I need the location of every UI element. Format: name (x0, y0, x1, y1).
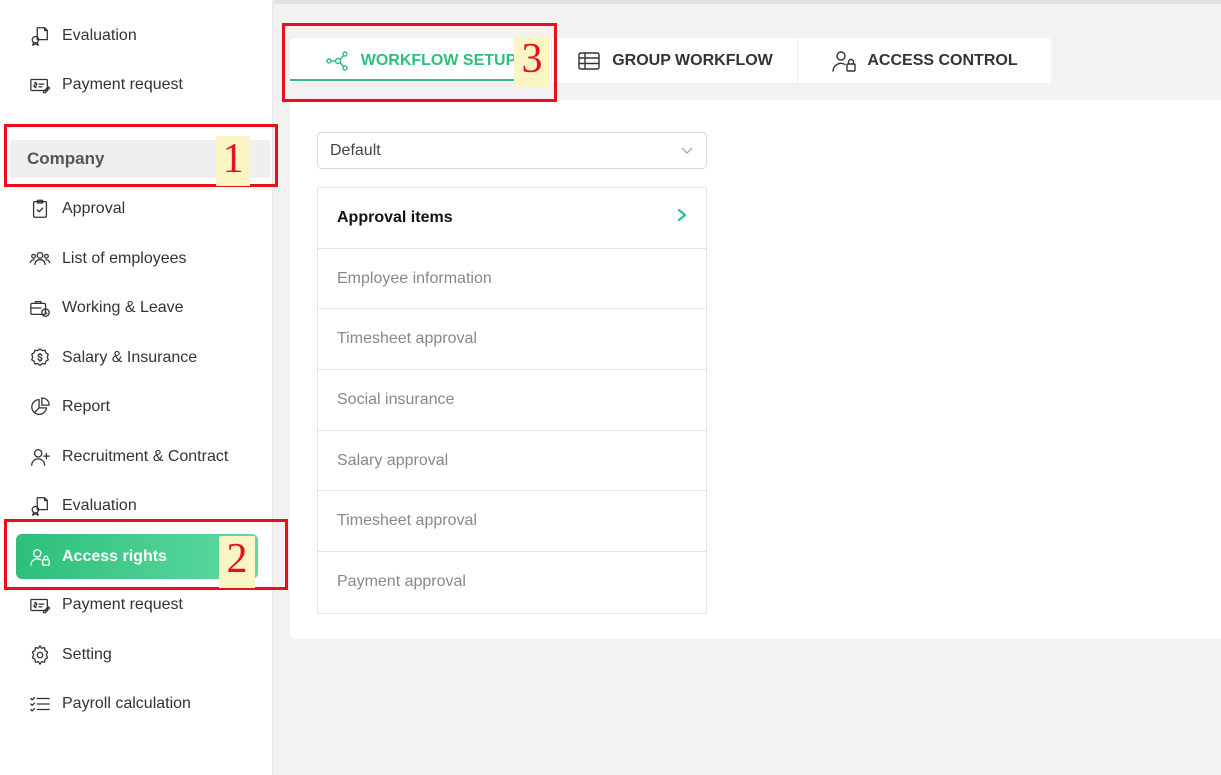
list-item-label: Social insurance (337, 390, 455, 408)
sidebar-item-label: Working & Leave (62, 299, 184, 316)
sidebar: Evaluation Payment request Company Appro… (0, 0, 273, 775)
approval-icon (28, 197, 52, 221)
list-item-label: Payment approval (337, 573, 466, 591)
sidebar-item-recruitment-contract[interactable]: Recruitment & Contract (28, 444, 228, 470)
evaluation-icon (28, 24, 52, 48)
sidebar-item-label: Salary & Insurance (62, 349, 198, 366)
sidebar-item-evaluation-top[interactable]: Evaluation (28, 23, 137, 49)
payment-request-icon (28, 73, 52, 97)
chevron-right-icon (676, 208, 688, 227)
annotation-number-2: 2 (219, 536, 255, 588)
sidebar-item-payment-request[interactable]: Payment request (28, 592, 183, 618)
sidebar-item-label: Evaluation (62, 27, 137, 44)
list-item-label: Employee information (337, 269, 492, 287)
tab-label: ACCESS CONTROL (867, 51, 1018, 69)
checklist-icon (28, 692, 52, 716)
list-item[interactable]: Payment approval (318, 552, 706, 613)
working-leave-icon (28, 296, 52, 320)
sidebar-item-label: Payment request (62, 76, 183, 93)
list-item[interactable]: Timesheet approval (318, 491, 706, 553)
tab-access-control[interactable]: ACCESS CONTROL (798, 38, 1051, 83)
list-item-label: Timesheet approval (337, 330, 477, 348)
sidebar-item-approval[interactable]: Approval (28, 196, 125, 222)
sidebar-item-payment-request-top[interactable]: Payment request (28, 72, 183, 98)
annotation-number-3: 3 (514, 36, 550, 88)
sidebar-item-setting[interactable]: Setting (28, 642, 112, 668)
sidebar-item-label: Payroll calculation (62, 695, 191, 712)
sidebar-item-salary-insurance[interactable]: Salary & Insurance (28, 345, 197, 371)
user-lock-icon (831, 50, 857, 72)
list-item-label: Timesheet approval (337, 512, 477, 530)
salary-icon (28, 346, 52, 370)
workflow-select[interactable]: Default (317, 132, 707, 169)
evaluation-icon (28, 494, 52, 518)
sidebar-item-list-of-employees[interactable]: List of employees (28, 246, 187, 272)
sidebar-item-label: Evaluation (62, 497, 137, 514)
top-strip (274, 0, 1221, 4)
list-header-approval-items[interactable]: Approval items (318, 188, 706, 249)
select-value: Default (330, 141, 381, 159)
sidebar-item-label: Approval (62, 200, 126, 217)
list-item-label: Salary approval (337, 451, 449, 469)
payment-request-icon (28, 593, 52, 617)
list-item[interactable]: Timesheet approval (318, 309, 706, 371)
sidebar-item-label: Report (62, 398, 111, 415)
sidebar-item-payroll-calculation[interactable]: Payroll calculation (28, 691, 191, 717)
list-item[interactable]: Salary approval (318, 431, 706, 492)
chevron-down-icon (680, 142, 694, 160)
sidebar-item-label: Recruitment & Contract (62, 448, 229, 465)
gear-icon (28, 643, 52, 667)
approval-items-list: Approval items Employee information Time… (317, 187, 707, 614)
tab-label: GROUP WORKFLOW (612, 51, 773, 69)
sidebar-item-evaluation[interactable]: Evaluation (28, 493, 137, 519)
tab-group-workflow[interactable]: GROUP WORKFLOW (552, 38, 798, 83)
recruitment-icon (28, 445, 52, 469)
list-item[interactable]: Employee information (318, 249, 706, 310)
list-header-label: Approval items (337, 208, 453, 226)
sidebar-item-label: List of employees (62, 250, 187, 267)
list-item[interactable]: Social insurance (318, 370, 706, 431)
employees-icon (28, 247, 52, 271)
sidebar-item-report[interactable]: Report (28, 394, 110, 420)
sidebar-item-label: Payment request (62, 596, 183, 613)
report-icon (28, 395, 52, 419)
sidebar-item-working-leave[interactable]: Working & Leave (28, 295, 184, 321)
table-icon (576, 50, 602, 72)
annotation-number-1: 1 (216, 136, 250, 186)
sidebar-item-label: Setting (62, 646, 112, 663)
